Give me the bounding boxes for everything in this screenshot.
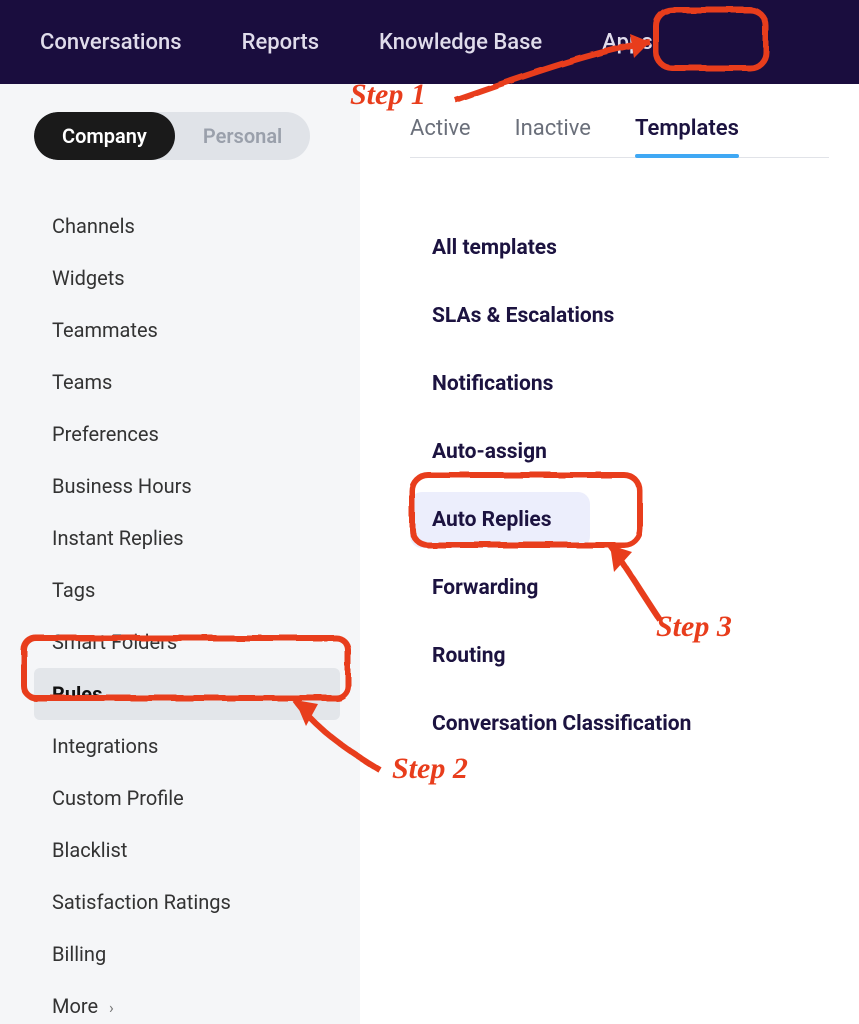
sidebar-item-preferences[interactable]: Preferences (34, 408, 340, 460)
tabs: Active Inactive Templates (410, 116, 829, 158)
sidebar-item-teams[interactable]: Teams (34, 356, 340, 408)
sidebar-item-more-label: More (52, 994, 98, 1018)
template-all[interactable]: All templates (410, 220, 590, 276)
template-conversation-classification[interactable]: Conversation Classification (410, 696, 713, 752)
sidebar-item-widgets[interactable]: Widgets (34, 252, 340, 304)
sidebar-item-teammates[interactable]: Teammates (34, 304, 340, 356)
sidebar-item-business-hours[interactable]: Business Hours (34, 460, 340, 512)
sidebar-item-more[interactable]: More › (34, 980, 340, 1024)
sidebar: Company Personal Channels Widgets Teamma… (0, 84, 360, 1024)
nav-reports[interactable]: Reports (242, 30, 319, 55)
chevron-right-icon: › (109, 998, 114, 1017)
sidebar-item-billing[interactable]: Billing (34, 928, 340, 980)
template-list: All templates SLAs & Escalations Notific… (410, 220, 829, 764)
content-area: Active Inactive Templates All templates … (360, 84, 859, 1024)
sidebar-item-blacklist[interactable]: Blacklist (34, 824, 340, 876)
tab-inactive[interactable]: Inactive (515, 116, 591, 157)
sidebar-item-tags[interactable]: Tags (34, 564, 340, 616)
top-nav: Conversations Reports Knowledge Base App… (0, 0, 859, 84)
sidebar-list: Channels Widgets Teammates Teams Prefere… (34, 200, 340, 1024)
sidebar-item-rules[interactable]: Rules (34, 668, 340, 720)
sidebar-item-channels[interactable]: Channels (34, 200, 340, 252)
sidebar-item-smart-folders[interactable]: Smart Folders (34, 616, 340, 668)
tab-templates[interactable]: Templates (635, 116, 739, 157)
annotation-step1-label: Step 1 (350, 78, 426, 112)
toggle-company[interactable]: Company (34, 112, 175, 160)
template-forwarding[interactable]: Forwarding (410, 560, 590, 616)
nav-apps[interactable]: Apps (602, 30, 652, 55)
template-routing[interactable]: Routing (410, 628, 590, 684)
annotation-step3-label: Step 3 (656, 610, 732, 644)
nav-conversations[interactable]: Conversations (40, 30, 182, 55)
tab-active[interactable]: Active (410, 116, 471, 157)
template-notifications[interactable]: Notifications (410, 356, 590, 412)
sidebar-item-instant-replies[interactable]: Instant Replies (34, 512, 340, 564)
sidebar-item-custom-profile[interactable]: Custom Profile (34, 772, 340, 824)
template-auto-replies[interactable]: Auto Replies (410, 492, 590, 548)
toggle-personal[interactable]: Personal (175, 112, 310, 160)
sidebar-item-integrations[interactable]: Integrations (34, 720, 340, 772)
template-auto-assign[interactable]: Auto-assign (410, 424, 590, 480)
annotation-step2-label: Step 2 (392, 752, 468, 786)
sidebar-item-satisfaction-ratings[interactable]: Satisfaction Ratings (34, 876, 340, 928)
nav-knowledge-base[interactable]: Knowledge Base (379, 30, 542, 55)
template-slas[interactable]: SLAs & Escalations (410, 288, 636, 344)
scope-toggle: Company Personal (34, 112, 310, 160)
